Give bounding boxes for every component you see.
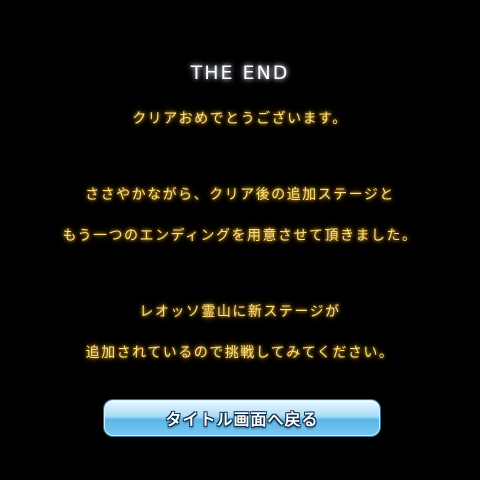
return-to-title-label: タイトル画面へ戻る	[165, 410, 319, 429]
congratulations-text: クリアおめでとうございます。	[132, 111, 348, 127]
return-to-title-button[interactable]: タイトル画面へ戻る	[104, 400, 380, 436]
challenge-invite-text: 追加されているので挑戦してみてください。	[85, 345, 395, 361]
bonus-ending-text: もう一つのエンディングを用意させて頂きました。	[62, 228, 418, 244]
bonus-stage-text: ささやかながら、クリア後の追加ステージと	[85, 187, 395, 203]
ending-title: THE END	[190, 62, 290, 84]
ending-screen: THE END クリアおめでとうございます。 ささやかながら、クリア後の追加ステ…	[0, 0, 480, 480]
new-stage-location-text: レオッソ霊山に新ステージが	[139, 304, 341, 320]
